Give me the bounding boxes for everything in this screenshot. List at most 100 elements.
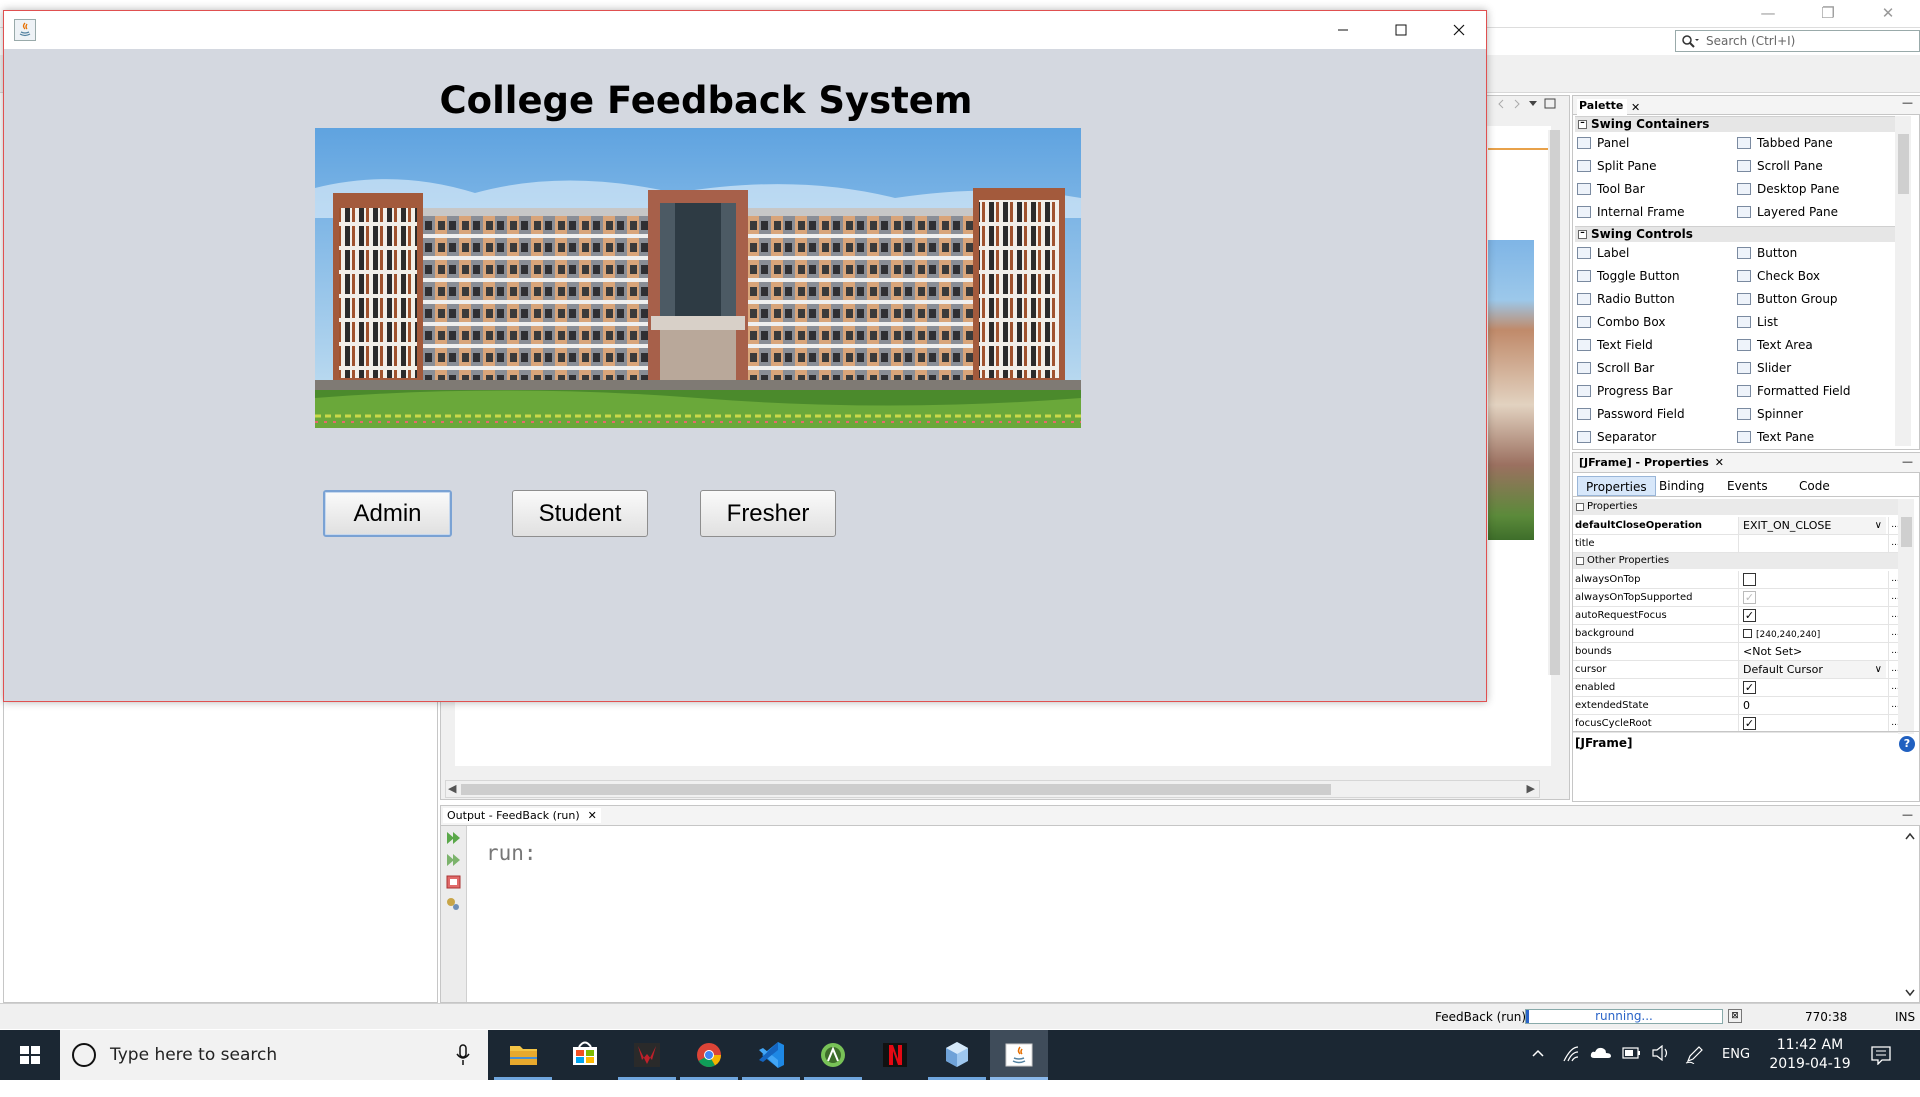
palette-item[interactable]: Text Area (1737, 336, 1813, 354)
taskbar-clock[interactable]: 11:42 AM 2019-04-19 (1755, 1036, 1865, 1074)
notifications-icon[interactable] (1870, 1045, 1892, 1095)
property-row[interactable]: autoRequestFocus ✓... (1573, 607, 1909, 625)
help-icon[interactable]: ? (1899, 736, 1915, 752)
palette-item[interactable]: Layered Pane (1737, 203, 1838, 221)
property-row[interactable]: bounds <Not Set>... (1573, 643, 1909, 661)
palette-item[interactable]: Text Field (1577, 336, 1653, 354)
property-value[interactable]: ✓ (1738, 715, 1886, 732)
property-value[interactable]: <Not Set> (1738, 643, 1886, 660)
palette-item[interactable]: Spinner (1737, 405, 1803, 423)
android-studio-icon[interactable] (804, 1030, 862, 1080)
property-row[interactable]: alwaysOnTop... (1573, 571, 1909, 589)
ide-close-button[interactable]: ✕ (1875, 4, 1901, 24)
student-button[interactable]: Student (512, 490, 648, 537)
close-icon[interactable]: ✕ (1631, 101, 1640, 114)
output-tab[interactable]: Output - FeedBack (run) ✕ — (441, 806, 1920, 826)
property-value[interactable]: 0 (1738, 697, 1886, 714)
close-button[interactable] (1430, 11, 1488, 49)
close-icon[interactable]: ✕ (588, 809, 597, 822)
store-icon[interactable] (556, 1030, 614, 1080)
palette-item[interactable]: Slider (1737, 359, 1791, 377)
virtualbox-icon[interactable] (928, 1030, 986, 1080)
property-value[interactable]: ✓ (1738, 679, 1886, 696)
property-value[interactable]: ✓ (1738, 589, 1886, 606)
pen-icon[interactable] (1685, 1044, 1705, 1094)
section-other-properties[interactable]: Other Properties (1573, 553, 1903, 569)
process-name[interactable]: FeedBack (run) (1435, 1010, 1526, 1024)
ide-minimize-button[interactable]: — (1755, 4, 1781, 24)
app-title-bar[interactable] (4, 11, 1486, 49)
checkbox[interactable]: ✓ (1743, 608, 1756, 622)
palette-category[interactable]: – Swing Containers (1575, 116, 1905, 132)
taskbar-search[interactable]: Type here to search (60, 1030, 488, 1080)
tab-events[interactable]: Events (1719, 476, 1776, 496)
tab-binding[interactable]: Binding (1651, 476, 1712, 496)
stop-icon[interactable] (445, 874, 462, 890)
editor-vertical-scrollbar[interactable] (1548, 130, 1562, 675)
property-value[interactable]: Default Cursor ∨ (1738, 661, 1886, 678)
palette-item[interactable]: Button (1737, 244, 1797, 262)
checkbox[interactable]: ✓ (1743, 716, 1756, 730)
palette-item[interactable]: Tool Bar (1577, 180, 1645, 198)
volume-icon[interactable] (1651, 1045, 1671, 1095)
palette-item[interactable]: Password Field (1577, 405, 1685, 423)
editor-horizontal-scrollbar[interactable]: ◀ ▶ (445, 780, 1540, 798)
battery-icon[interactable] (1622, 1046, 1642, 1096)
java-icon[interactable] (990, 1030, 1048, 1080)
property-row[interactable]: extendedState 0... (1573, 697, 1909, 715)
palette-item[interactable]: Text Pane (1737, 428, 1814, 446)
minimize-icon[interactable]: — (1902, 455, 1913, 468)
palette-item[interactable]: Tabbed Pane (1737, 134, 1833, 152)
chevron-down-icon[interactable]: ∨ (1875, 661, 1882, 678)
rerun-icon[interactable] (445, 830, 462, 846)
netflix-icon[interactable] (866, 1030, 924, 1080)
palette-item[interactable]: Toggle Button (1577, 267, 1680, 285)
collapse-icon[interactable]: – (1578, 119, 1587, 129)
palette-scrollbar[interactable] (1895, 116, 1911, 446)
ide-search-input[interactable]: Search (Ctrl+I) (1675, 30, 1920, 52)
file-explorer-icon[interactable] (494, 1030, 552, 1080)
property-row[interactable]: title... (1573, 535, 1909, 553)
collapse-icon[interactable]: – (1578, 229, 1587, 239)
tab-code[interactable]: Code (1791, 476, 1838, 496)
language-indicator[interactable]: ENG (1722, 1047, 1750, 1097)
admin-button[interactable]: Admin (323, 490, 452, 537)
cancel-task-icon[interactable]: ⊠ (1728, 1009, 1742, 1023)
property-value[interactable] (1738, 535, 1886, 552)
palette-item[interactable]: Button Group (1737, 290, 1838, 308)
minimize-icon[interactable]: — (1902, 808, 1913, 821)
palette-item[interactable]: List (1737, 313, 1778, 331)
palette-item[interactable]: Radio Button (1577, 290, 1675, 308)
palette-tab[interactable]: Palette ✕ — (1573, 96, 1920, 115)
palette-item[interactable]: Scroll Pane (1737, 157, 1823, 175)
palette-item[interactable]: Split Pane (1577, 157, 1656, 175)
fresher-button[interactable]: Fresher (700, 490, 836, 537)
game-app-icon[interactable] (618, 1030, 676, 1080)
property-value[interactable]: [240,240,240] (1738, 625, 1886, 642)
checkbox[interactable] (1743, 572, 1756, 586)
scroll-thumb[interactable] (461, 784, 1331, 795)
properties-scrollbar[interactable] (1898, 499, 1914, 734)
java-icon[interactable] (14, 19, 36, 41)
output-scrollbar[interactable] (1903, 830, 1917, 1000)
property-row[interactable]: alwaysOnTopSupported ✓... (1573, 589, 1909, 607)
rerun-with-params-icon[interactable] (445, 852, 462, 868)
palette-item[interactable]: Desktop Pane (1737, 180, 1839, 198)
property-value[interactable]: EXIT_ON_CLOSE ∨ (1738, 517, 1886, 534)
palette-item[interactable]: Progress Bar (1577, 382, 1673, 400)
checkbox[interactable]: ✓ (1743, 680, 1756, 694)
onedrive-icon[interactable] (1590, 1045, 1612, 1095)
palette-item[interactable]: Scroll Bar (1577, 359, 1654, 377)
scroll-right-icon[interactable]: ▶ (1527, 782, 1535, 795)
minimize-button[interactable] (1314, 11, 1372, 49)
minimize-icon[interactable]: — (1902, 96, 1913, 109)
palette-item[interactable]: Combo Box (1577, 313, 1666, 331)
palette-item[interactable]: Check Box (1737, 267, 1820, 285)
scroll-left-icon[interactable]: ◀ (448, 782, 456, 795)
ide-restore-button[interactable]: ❐ (1815, 4, 1841, 24)
palette-category[interactable]: – Swing Controls (1575, 226, 1905, 242)
start-button[interactable] (0, 1030, 60, 1080)
show-hidden-icons-icon[interactable] (1530, 1045, 1546, 1095)
wifi-icon[interactable] (1562, 1045, 1580, 1095)
close-icon[interactable]: ✕ (1715, 456, 1724, 469)
